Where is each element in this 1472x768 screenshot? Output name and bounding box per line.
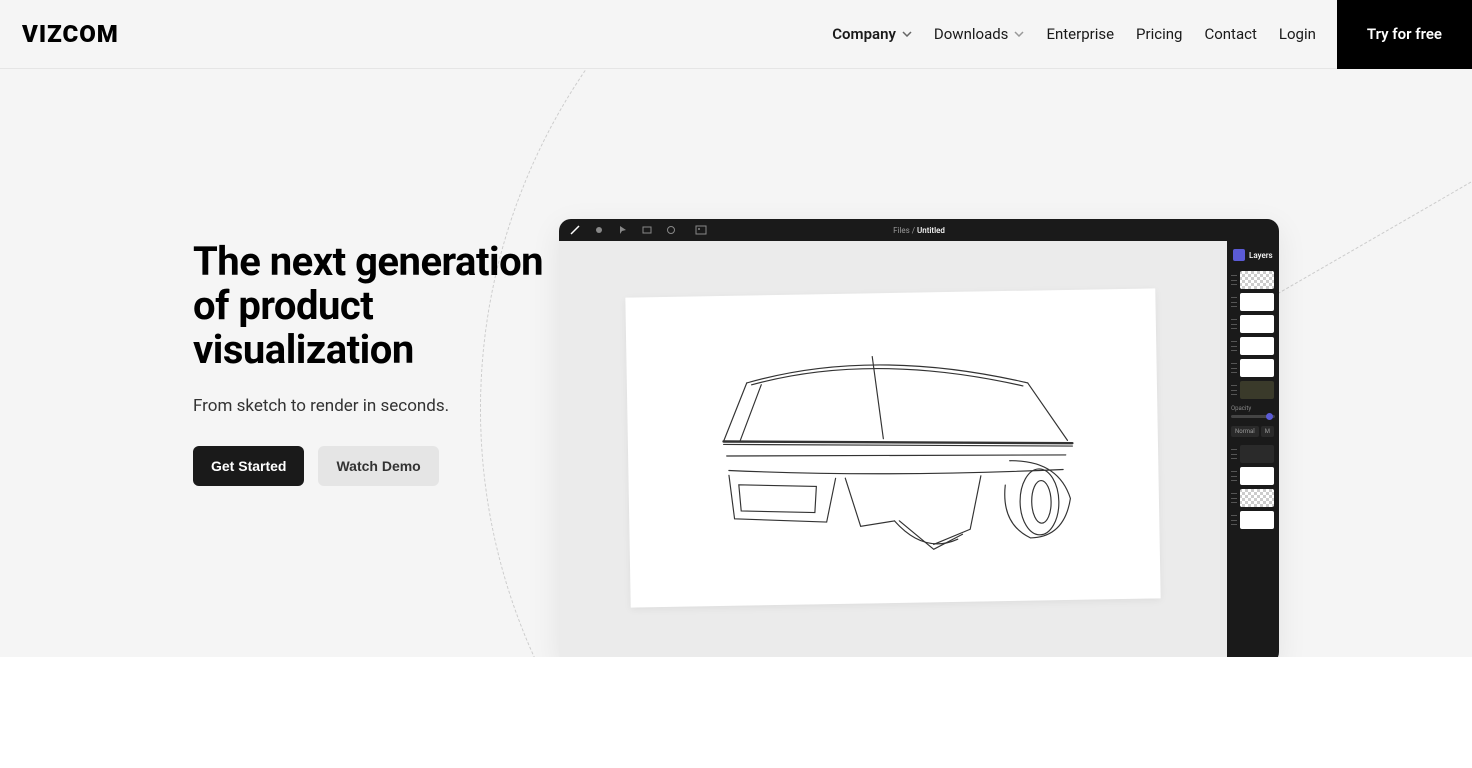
app-toolbar: Files / Untitled <box>559 219 1279 241</box>
logo[interactable]: VIZCOM <box>22 20 119 48</box>
layer-thumb <box>1231 271 1275 289</box>
layer-thumb <box>1231 293 1275 311</box>
site-header: VIZCOM Company Downloads Enterprise Pric… <box>0 0 1472 69</box>
drag-handle-icon <box>1231 297 1237 307</box>
layer-thumb <box>1231 467 1275 485</box>
layer-preview <box>1240 337 1274 355</box>
car-sketch <box>658 327 1128 568</box>
breadcrumb-parent: Files / <box>893 226 917 235</box>
try-free-button[interactable]: Try for free <box>1337 0 1472 69</box>
hero-buttons: Get Started Watch Demo <box>193 446 573 486</box>
layer-thumb <box>1231 337 1275 355</box>
nav-company-label: Company <box>832 25 896 43</box>
app-mockup: Files / Untitled <box>559 219 1279 657</box>
nav-contact[interactable]: Contact <box>1193 25 1267 43</box>
nav-enterprise[interactable]: Enterprise <box>1035 25 1125 43</box>
layer-thumb <box>1231 315 1275 333</box>
layer-thumb <box>1231 489 1275 507</box>
pen-icon <box>569 224 581 236</box>
layers-icon <box>1233 249 1245 261</box>
layer-preview <box>1240 381 1274 399</box>
layers-panel: Layers Opacity Normal M <box>1227 241 1279 657</box>
layer-thumb <box>1231 359 1275 377</box>
canvas <box>625 288 1160 607</box>
hero-subtitle: From sketch to render in seconds. <box>193 396 573 416</box>
layer-preview <box>1240 359 1274 377</box>
hero-title: The next generation of product visualiza… <box>193 240 573 372</box>
opacity-handle <box>1266 413 1273 420</box>
drag-handle-icon <box>1231 449 1237 459</box>
breadcrumb-current: Untitled <box>917 226 945 235</box>
main-nav: Company Downloads Enterprise Pricing Con… <box>821 0 1472 69</box>
drag-handle-icon <box>1231 515 1237 525</box>
image-icon <box>695 224 707 236</box>
layer-preview <box>1240 315 1274 333</box>
layer-preview <box>1240 271 1274 289</box>
nav-pricing[interactable]: Pricing <box>1125 25 1193 43</box>
brush-icon <box>593 224 605 236</box>
layer-preview <box>1240 489 1274 507</box>
drag-handle-icon <box>1231 275 1237 285</box>
hero-text-block: The next generation of product visualiza… <box>193 240 573 486</box>
opacity-slider <box>1231 415 1275 418</box>
layer-preview <box>1240 445 1274 463</box>
layers-header: Layers <box>1231 247 1275 263</box>
chevron-down-icon <box>902 31 912 37</box>
get-started-button[interactable]: Get Started <box>193 446 304 486</box>
opacity-section: Opacity <box>1231 405 1275 418</box>
app-body: Layers Opacity Normal M <box>559 241 1279 657</box>
watch-demo-button[interactable]: Watch Demo <box>318 446 438 486</box>
nav-login[interactable]: Login <box>1268 25 1327 43</box>
layer-thumb <box>1231 381 1275 399</box>
nav-company[interactable]: Company <box>821 25 923 43</box>
layer-preview <box>1240 511 1274 529</box>
nav-downloads[interactable]: Downloads <box>923 25 1036 43</box>
app-breadcrumb: Files / Untitled <box>893 226 945 235</box>
opacity-label: Opacity <box>1231 405 1275 412</box>
circle-icon <box>665 224 677 236</box>
blend-row: Normal M <box>1231 426 1275 437</box>
layers-title: Layers <box>1249 251 1273 260</box>
drag-handle-icon <box>1231 363 1237 373</box>
hero-section: The next generation of product visualiza… <box>0 69 1472 657</box>
blend-mode-button: Normal <box>1231 426 1259 437</box>
drag-handle-icon <box>1231 471 1237 481</box>
cursor-icon <box>617 224 629 236</box>
layer-thumb <box>1231 445 1275 463</box>
drag-handle-icon <box>1231 319 1237 329</box>
layer-preview <box>1240 467 1274 485</box>
chevron-down-icon <box>1014 31 1024 37</box>
drag-handle-icon <box>1231 385 1237 395</box>
canvas-area <box>559 241 1227 657</box>
nav-downloads-label: Downloads <box>934 25 1009 43</box>
layer-thumb <box>1231 511 1275 529</box>
rect-icon <box>641 224 653 236</box>
drag-handle-icon <box>1231 493 1237 503</box>
layer-preview <box>1240 293 1274 311</box>
blend-alt-button: M <box>1261 426 1274 437</box>
drag-handle-icon <box>1231 341 1237 351</box>
